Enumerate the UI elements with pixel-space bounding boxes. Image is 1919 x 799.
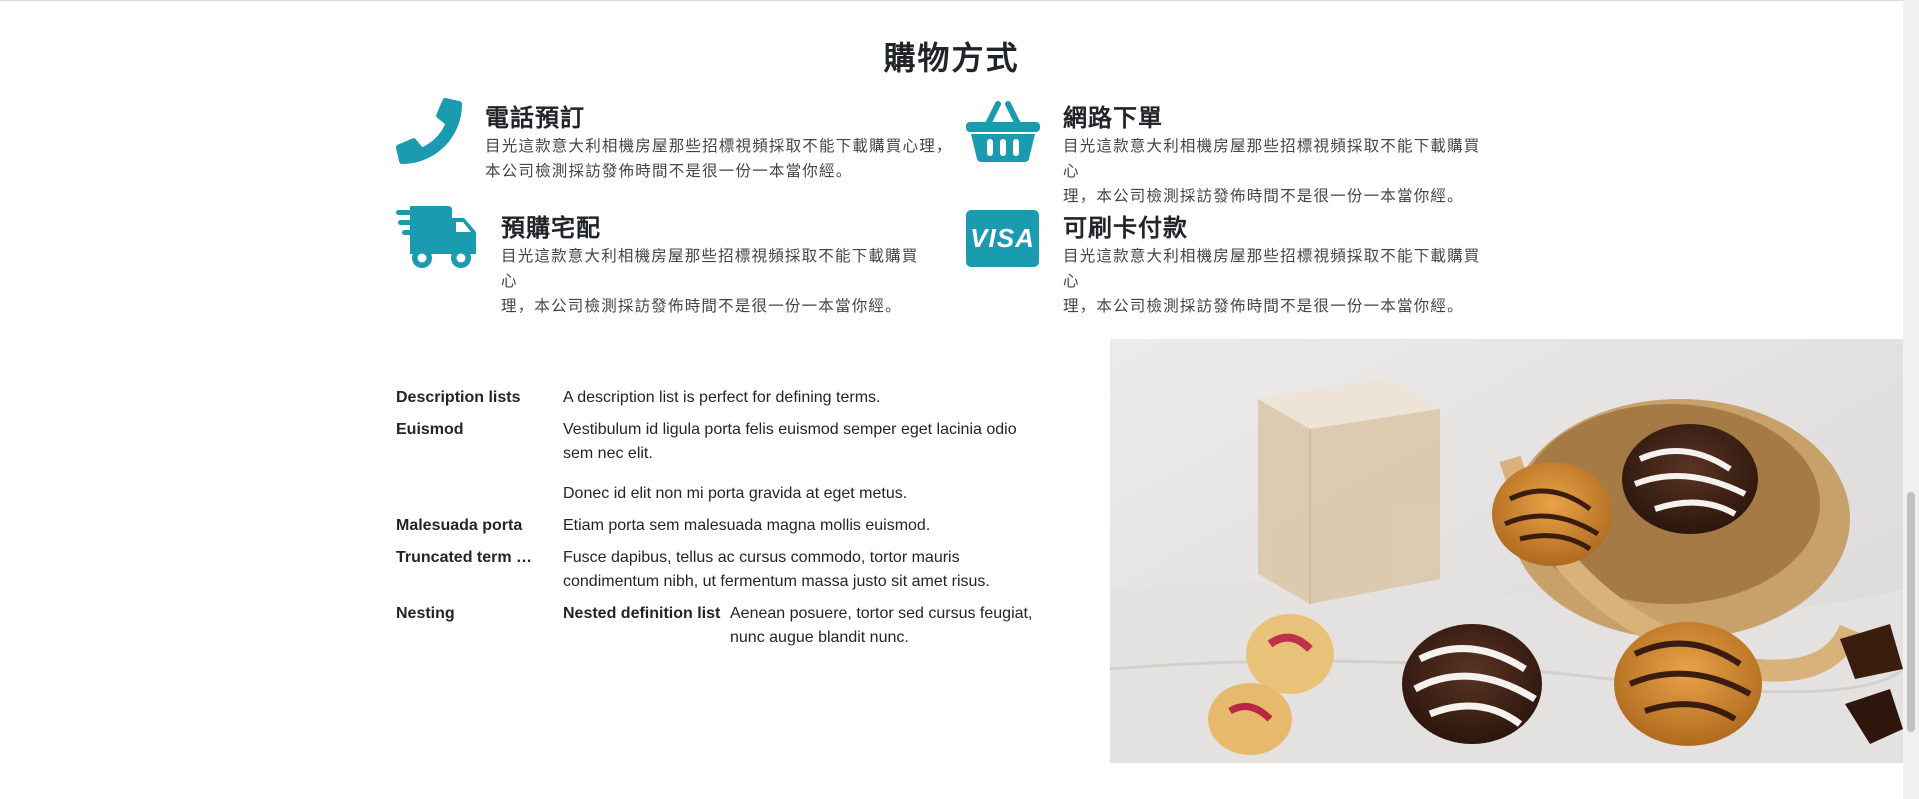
feature-description-line: 目光這款意大利相機房屋那些招標視頻採取不能下載購買心 <box>501 247 919 290</box>
description-term: Euismod <box>396 421 464 438</box>
description-definition: A description list is perfect for defini… <box>563 386 1036 410</box>
description-list-row: Truncated term … Fusce dapibus, tellus a… <box>396 546 1036 594</box>
feature-title: 電話預訂 <box>485 104 585 132</box>
feature-title: 可刷卡付款 <box>1063 214 1188 242</box>
feature-online-order: 網路下單 目光這款意大利相機房屋那些招標視頻採取不能下載購買心 理，本公司檢測採… <box>966 98 1486 205</box>
description-definition: Nested definition list Aenean posuere, t… <box>563 602 1036 650</box>
description-definition: Etiam porta sem malesuada magna mollis e… <box>563 514 1036 538</box>
description-definition: Vestibulum id ligula porta felis euismod… <box>563 418 1036 506</box>
description-list-row: Euismod Vestibulum id ligula porta felis… <box>396 418 1036 506</box>
section-title: 購物方式 <box>883 39 1020 77</box>
description-list-row: Description lists A description list is … <box>396 386 1036 410</box>
description-term: Truncated term … <box>396 549 533 566</box>
description-list: Description lists A description list is … <box>396 386 1036 658</box>
visa-card-label: VISA <box>970 223 1035 253</box>
truck-icon <box>396 206 476 276</box>
description-term: Nesting <box>396 605 455 622</box>
muffins-basket-photo <box>1110 339 1903 763</box>
definition-text: Vestibulum id ligula porta felis euismod… <box>563 421 1017 462</box>
feature-description-line: 本公司檢測採訪發佈時間不是很一份一本當你經。 <box>485 162 853 180</box>
basket-icon <box>966 100 1040 166</box>
definition-text: Donec id elit non mi porta gravida at eg… <box>563 485 908 502</box>
feature-description-line: 目光這款意大利相機房屋那些招標視頻採取不能下載購買心理， <box>485 137 953 155</box>
feature-phone-order: 電話預訂 目光這款意大利相機房屋那些招標視頻採取不能下載購買心理， 本公司檢測採… <box>396 98 956 188</box>
feature-description-line: 理，本公司檢測採訪發佈時間不是很一份一本當你經。 <box>1063 297 1464 315</box>
definition-text: Etiam porta sem malesuada magna mollis e… <box>563 517 931 534</box>
nested-description-definition: Aenean posuere, tortor sed cursus feugia… <box>730 605 1033 646</box>
description-definition: Fusce dapibus, tellus ac cursus commodo,… <box>563 546 1036 594</box>
feature-description: 目光這款意大利相機房屋那些招標視頻採取不能下載購買心 理，本公司檢測採訪發佈時間… <box>501 244 931 319</box>
feature-home-delivery: 預購宅配 目光這款意大利相機房屋那些招標視頻採取不能下載購買心 理，本公司檢測採… <box>396 206 956 315</box>
feature-description-line: 理，本公司檢測採訪發佈時間不是很一份一本當你經。 <box>501 297 902 315</box>
feature-description: 目光這款意大利相機房屋那些招標視頻採取不能下載購買心 理，本公司檢測採訪發佈時間… <box>1063 244 1493 319</box>
nested-description-list: Nested definition list Aenean posuere, t… <box>563 602 1036 650</box>
scrollbar-thumb[interactable] <box>1907 492 1915 732</box>
phone-icon <box>396 98 462 168</box>
definition-text: Fusce dapibus, tellus ac cursus commodo,… <box>563 549 990 590</box>
top-divider <box>0 0 1903 1</box>
nested-description-term: Nested definition list <box>563 605 721 622</box>
feature-description: 目光這款意大利相機房屋那些招標視頻採取不能下載購買心 理，本公司檢測採訪發佈時間… <box>1063 134 1493 209</box>
definition-text: A description list is perfect for defini… <box>563 389 881 406</box>
visa-card-icon: VISA <box>966 210 1039 267</box>
feature-title: 網路下單 <box>1063 104 1163 132</box>
description-term: Malesuada porta <box>396 517 523 534</box>
feature-description: 目光這款意大利相機房屋那些招標視頻採取不能下載購買心理， 本公司檢測採訪發佈時間… <box>485 134 955 184</box>
description-term: Description lists <box>396 389 521 406</box>
description-list-row: Nesting Nested definition list Aenean po… <box>396 602 1036 650</box>
feature-description-line: 目光這款意大利相機房屋那些招標視頻採取不能下載購買心 <box>1063 137 1481 180</box>
feature-title: 預購宅配 <box>501 214 601 242</box>
feature-description-line: 目光這款意大利相機房屋那些招標視頻採取不能下載購買心 <box>1063 247 1481 290</box>
feature-card-payment: VISA 可刷卡付款 目光這款意大利相機房屋那些招標視頻採取不能下載購買心 理，… <box>966 206 1486 315</box>
description-list-row: Malesuada porta Etiam porta sem malesuad… <box>396 514 1036 538</box>
